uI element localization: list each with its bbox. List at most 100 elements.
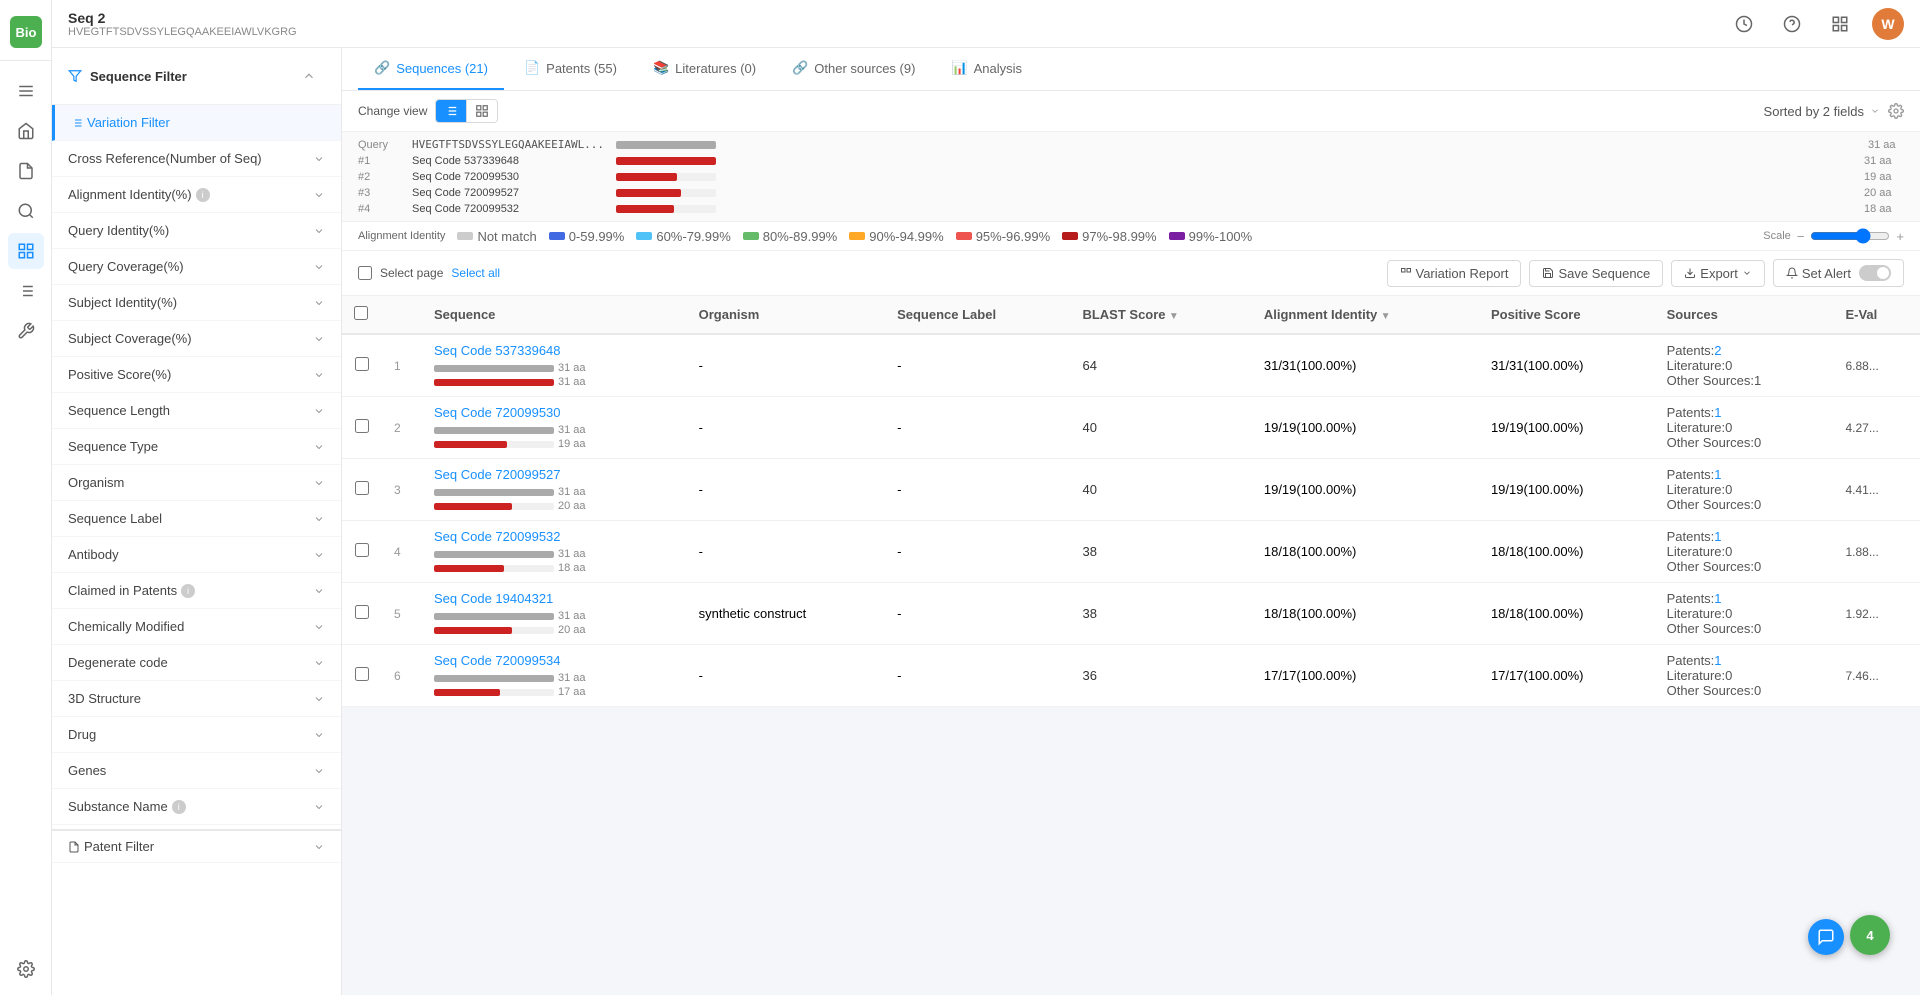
seq-link-1[interactable]: Seq Code 720099530 [434,405,561,420]
nav-docs-button[interactable] [8,153,44,189]
list-view-button[interactable] [436,100,466,122]
tab-patents[interactable]: 📄 Patents (55) [508,48,633,90]
legend-label-95-96: 95%-96.99% [976,229,1050,244]
row-checkbox-5[interactable] [355,667,369,681]
nav-search-button[interactable] [8,193,44,229]
th-evalue-label: E-Val [1845,307,1877,322]
filter-section-positive_score[interactable]: Positive Score(%) [52,357,341,393]
user-avatar[interactable]: W [1872,8,1904,40]
set-alert-toggle[interactable] [1859,265,1891,281]
td-positive-score-3: 18/18(100.00%) [1479,521,1655,583]
legend-color-0-59 [549,232,565,240]
set-alert-button[interactable]: Set Alert [1773,259,1904,287]
td-align-identity-5: 17/17(100.00%) [1252,645,1479,707]
svg-text:Bio: Bio [15,25,36,40]
help-button[interactable] [1776,8,1808,40]
toolbar-left: Change view [358,99,498,123]
th-organism[interactable]: Organism [687,296,885,334]
th-sequence[interactable]: Sequence [422,296,687,334]
scale-plus[interactable]: + [1896,229,1904,244]
info-icon-substance_name: i [172,800,186,814]
chat-float-button[interactable] [1808,919,1844,955]
filter-section-alignment_identity[interactable]: Alignment Identity(%) i [52,177,341,213]
filter-section-cross_reference[interactable]: Cross Reference(Number of Seq) [52,141,341,177]
export-button[interactable]: Export [1671,260,1765,287]
nav-tools-button[interactable] [8,313,44,349]
app-logo[interactable]: Bio [10,16,42,48]
th-sequence-label-col[interactable]: Sequence Label [885,296,1070,334]
sorted-by[interactable]: Sorted by 2 fields [1764,104,1880,119]
th-blast-score[interactable]: BLAST Score ▼ [1070,296,1251,334]
th-evalue[interactable]: E-Val [1833,296,1920,334]
filter-section-drug[interactable]: Drug [52,717,341,753]
save-sequence-button[interactable]: Save Sequence [1529,260,1663,287]
filter-section-sequence_label[interactable]: Sequence Label [52,501,341,537]
filter-section-sequence_length[interactable]: Sequence Length [52,393,341,429]
variation-filter-section[interactable]: Variation Filter [52,105,341,141]
float-badge[interactable]: 4 [1850,915,1890,955]
filter-section-chemically_modified[interactable]: Chemically Modified [52,609,341,645]
filter-section-claimed_in_patents[interactable]: Claimed in Patents i [52,573,341,609]
td-num-4: 5 [382,583,422,645]
tab-literatures[interactable]: 📚 Literatures (0) [637,48,772,90]
patent-filter-section[interactable]: Patent Filter [52,829,341,863]
filter-section-subject_coverage[interactable]: Subject Coverage(%) [52,321,341,357]
select-page-checkbox[interactable] [358,266,372,280]
tab-sequences[interactable]: 🔗 Sequences (21) [358,48,504,90]
apps-button[interactable] [1824,8,1856,40]
td-evalue-1: 4.27... [1833,397,1920,459]
variation-report-button[interactable]: Variation Report [1387,260,1522,287]
legend-color-99-100 [1169,232,1185,240]
filter-section-query_identity[interactable]: Query Identity(%) [52,213,341,249]
seq-link-5[interactable]: Seq Code 720099534 [434,653,561,668]
row-checkbox-2[interactable] [355,481,369,495]
select-page-label: Select page [380,266,443,280]
timer-button[interactable] [1728,8,1760,40]
nav-grid-button[interactable] [8,273,44,309]
variation-filter-text: Variation Filter [87,115,170,130]
td-seq-label-5: - [885,645,1070,707]
filter-section-degenerate_code[interactable]: Degenerate code [52,645,341,681]
results-toolbar: Change view [342,91,1920,132]
row-checkbox-4[interactable] [355,605,369,619]
filter-section-organism[interactable]: Organism [52,465,341,501]
th-sources[interactable]: Sources [1655,296,1834,334]
scale-slider[interactable] [1810,228,1890,244]
grid-view-button[interactable] [466,100,497,122]
filter-section-3d_structure[interactable]: 3D Structure [52,681,341,717]
select-all-checkbox[interactable] [354,306,368,320]
filter-collapse-button[interactable] [293,60,325,92]
mini-bar-query-4: 31 aa [434,610,675,622]
filter-section-sequence_type[interactable]: Sequence Type [52,429,341,465]
float-badge-count: 4 [1866,928,1873,943]
seq-link-3[interactable]: Seq Code 720099532 [434,529,561,544]
export-chevron-icon [1742,268,1752,278]
row-checkbox-3[interactable] [355,543,369,557]
nav-menu-button[interactable] [8,73,44,109]
panel-toggle[interactable] [341,502,342,542]
row-checkbox-1[interactable] [355,419,369,433]
th-positive-score[interactable]: Positive Score [1479,296,1655,334]
row-align-3: 31 aa 18 aa [434,548,675,574]
filter-section-genes[interactable]: Genes [52,753,341,789]
filter-section-substance_name[interactable]: Substance Name i [52,789,341,825]
tab-analysis[interactable]: 📊 Analysis [935,48,1038,90]
filter-section-antibody[interactable]: Antibody [52,537,341,573]
mini-bar-subject-2: 20 aa [434,500,675,512]
filter-section-label-sequence_label: Sequence Label [68,511,162,526]
tab-other-sources[interactable]: 🔗 Other sources (9) [776,48,931,90]
row-checkbox-0[interactable] [355,357,369,371]
filter-section-query_coverage[interactable]: Query Coverage(%) [52,249,341,285]
nav-settings-button[interactable] [8,951,44,987]
seq-link-0[interactable]: Seq Code 537339648 [434,343,561,358]
seq-link-2[interactable]: Seq Code 720099527 [434,467,561,482]
nav-chart-button[interactable] [8,233,44,269]
th-alignment-identity[interactable]: Alignment Identity ▼ [1252,296,1479,334]
scale-minus[interactable]: − [1797,229,1805,244]
select-all-link[interactable]: Select all [451,266,500,280]
query-aa: 31 aa [1868,139,1904,151]
filter-section-subject_identity[interactable]: Subject Identity(%) [52,285,341,321]
seq-link-4[interactable]: Seq Code 19404321 [434,591,553,606]
settings-icon[interactable] [1888,103,1904,119]
nav-home-button[interactable] [8,113,44,149]
